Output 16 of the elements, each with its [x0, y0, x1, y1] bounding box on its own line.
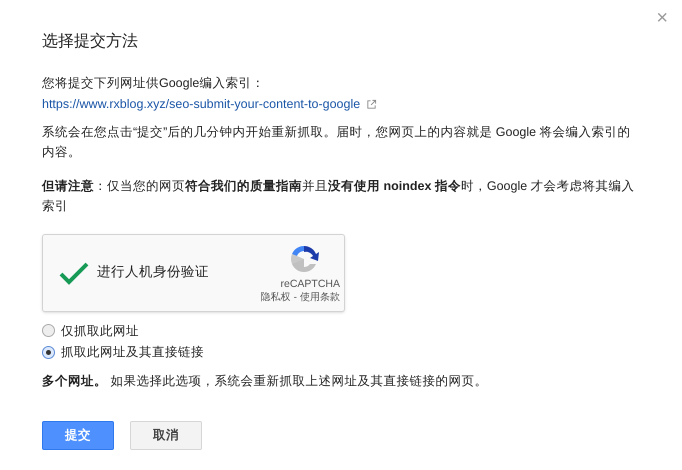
notice-paragraph: 但请注意：仅当您的网页符合我们的质量指南并且没有使用 noindex 指令时，Google 才会考虑将其编入索引 [42, 178, 636, 214]
external-link-icon[interactable] [366, 98, 378, 110]
recaptcha-brand: reCAPTCHA [280, 276, 340, 290]
intro-text: 您将提交下列网址供Google编入索引： [42, 75, 264, 92]
radio-option[interactable]: 抓取此网址及其直接链接 [42, 343, 204, 362]
description-text: 多个网址。 如果选择此选项，系统会重新抓取上述网址及其直接链接的网页。 [42, 373, 488, 390]
privacy-link[interactable]: 隐私权 [260, 290, 291, 304]
captcha-label: 进行人机身份验证 [97, 263, 209, 282]
terms-link[interactable]: 使用条款 [300, 290, 340, 304]
cancel-button[interactable]: 取消 [130, 420, 202, 450]
url-link[interactable]: https://www.rxblog.xyz/seo-submit-your-content-to-google [42, 94, 360, 114]
info-paragraph: 系统会在您点击“提交”后的几分钟内开始重新抓取。届时，您网页上的内容就是 Google 将会编入索引的内容。 [42, 124, 632, 160]
separator-text: - [294, 290, 297, 304]
check-icon[interactable] [59, 260, 89, 284]
radio-option[interactable]: 仅抓取此网址 [42, 322, 139, 340]
dialog-title: 选择提交方法 [42, 32, 138, 52]
